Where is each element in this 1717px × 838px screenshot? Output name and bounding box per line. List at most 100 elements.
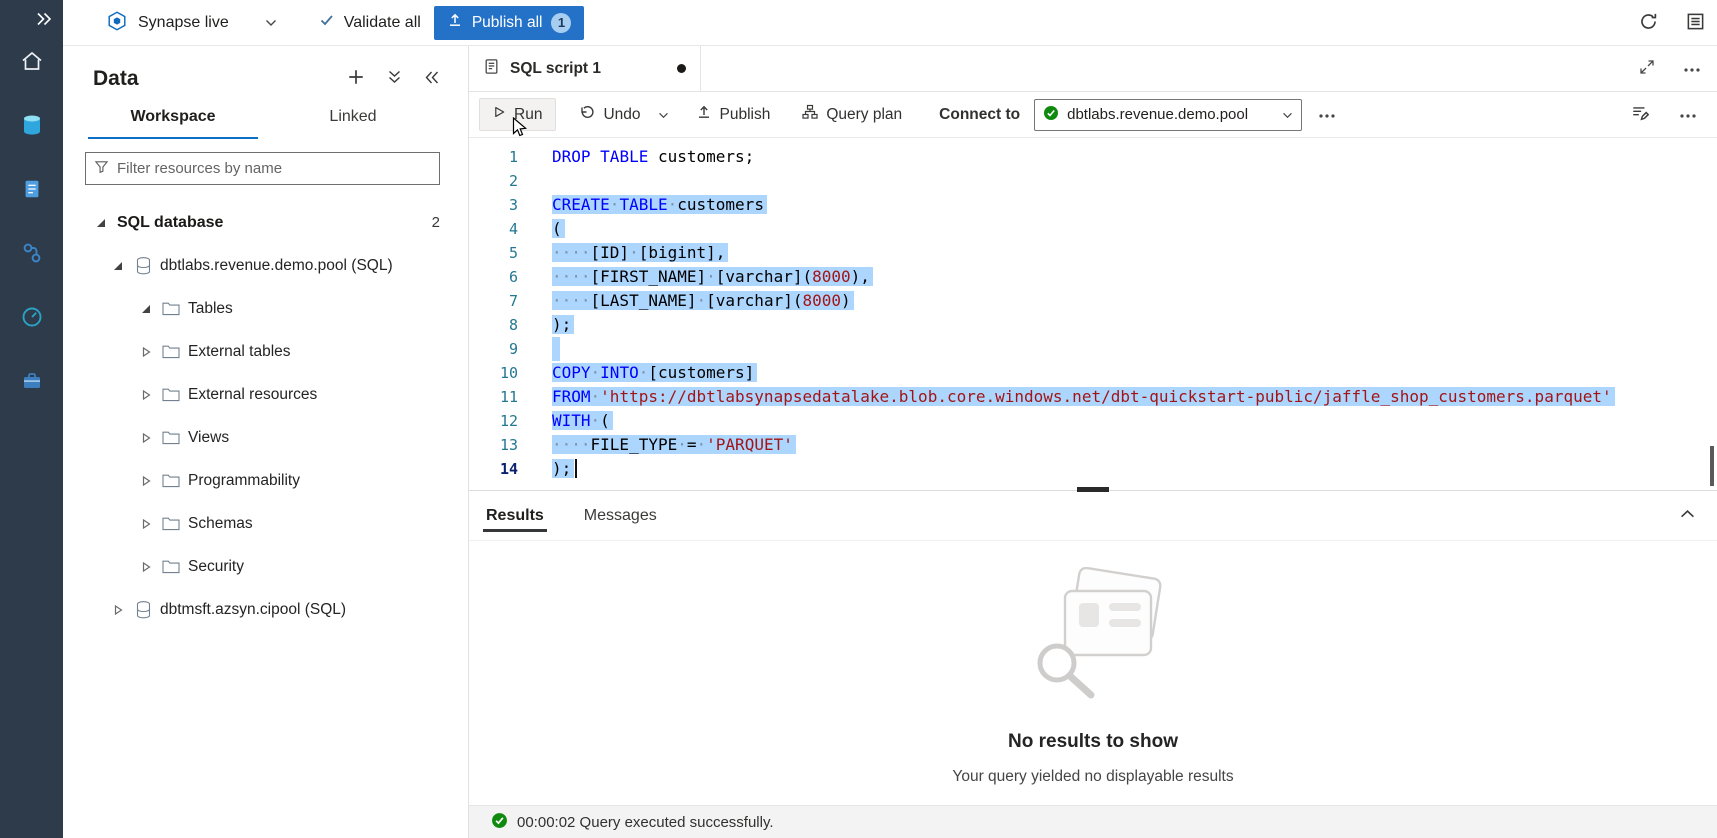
gauge-icon <box>20 305 44 333</box>
publish-all-button[interactable]: Publish all 1 <box>434 6 585 40</box>
caret-expanded-icon[interactable] <box>96 218 114 228</box>
tree-item[interactable]: SQL database2 <box>63 201 468 244</box>
caret-collapsed-icon[interactable] <box>141 347 159 357</box>
folder-icon <box>159 473 183 488</box>
line-number: 2 <box>469 169 518 193</box>
publish-label: Publish <box>720 106 771 124</box>
tab-more-options-button[interactable] <box>1681 59 1703 78</box>
tree-item[interactable]: External tables <box>63 330 468 373</box>
run-button[interactable]: Run <box>479 98 556 131</box>
code-line[interactable]: 5····[ID]·[bigint], <box>469 241 1717 265</box>
undo-dropdown-button[interactable] <box>654 101 673 128</box>
tree-item[interactable]: Views <box>63 416 468 459</box>
tab-linked[interactable]: Linked <box>268 95 438 139</box>
release-notes-button[interactable] <box>1684 10 1707 36</box>
chevron-up-icon <box>1680 507 1695 522</box>
expand-editor-button[interactable] <box>1637 57 1657 80</box>
tree-item[interactable]: External resources <box>63 373 468 416</box>
caret-collapsed-icon[interactable] <box>141 519 159 529</box>
caret-collapsed-icon[interactable] <box>141 390 159 400</box>
caret-collapsed-icon[interactable] <box>141 562 159 572</box>
code-line[interactable]: 13····FILE_TYPE·=·'PARQUET' <box>469 433 1717 457</box>
tree-item-label: dbtmsft.azsyn.cipool (SQL) <box>160 601 346 619</box>
tree-item[interactable]: dbtlabs.revenue.demo.pool (SQL) <box>63 244 468 287</box>
editor-more-options-button[interactable] <box>1677 105 1699 124</box>
line-number: 4 <box>469 217 518 241</box>
rail-expand-button[interactable] <box>0 0 63 32</box>
line-number: 12 <box>469 409 518 433</box>
query-status-text: 00:00:02 Query executed successfully. <box>517 814 774 831</box>
rail-item-integrate[interactable] <box>19 242 45 268</box>
tree-item[interactable]: dbtmsft.azsyn.cipool (SQL) <box>63 588 468 631</box>
data-panel-tabs: Workspace Linked <box>63 95 468 139</box>
caret-collapsed-icon[interactable] <box>141 476 159 486</box>
ellipsis-icon <box>1318 107 1336 122</box>
folder-icon <box>159 559 183 574</box>
panel-resize-handle[interactable] <box>1077 487 1109 492</box>
chevron-double-right-icon <box>35 12 53 30</box>
query-plan-icon <box>802 104 818 125</box>
rail-item-home[interactable] <box>19 50 45 76</box>
refresh-button[interactable] <box>1637 10 1660 36</box>
rail-item-develop[interactable] <box>19 178 45 204</box>
code-line[interactable]: 14); <box>469 457 1717 481</box>
tab-messages[interactable]: Messages <box>581 491 660 540</box>
tree-item-label: Security <box>188 558 244 576</box>
tree-item[interactable]: Programmability <box>63 459 468 502</box>
code-line[interactable]: 8); <box>469 313 1717 337</box>
sql-code-editor[interactable]: 1DROP TABLE customers;23CREATE·TABLE·cus… <box>469 138 1717 490</box>
code-line[interactable]: 6····[FIRST_NAME]·[varchar](8000), <box>469 265 1717 289</box>
tree-item[interactable]: Security <box>63 545 468 588</box>
undo-button[interactable]: Undo <box>570 97 649 132</box>
code-line[interactable]: 2 <box>469 169 1717 193</box>
caret-expanded-icon[interactable] <box>141 304 159 314</box>
chevron-down-icon <box>265 19 277 27</box>
tree-item[interactable]: Tables <box>63 287 468 330</box>
actions-button[interactable] <box>385 67 404 90</box>
code-line[interactable]: 1DROP TABLE customers; <box>469 145 1717 169</box>
workspace-mode-dropdown[interactable]: Synapse live <box>106 10 277 36</box>
toolbar-more-options-button[interactable] <box>1316 105 1338 124</box>
unsaved-changes-dot <box>677 64 686 73</box>
tab-sql-script-1[interactable]: SQL script 1 <box>469 46 701 91</box>
line-number: 7 <box>469 289 518 313</box>
rail-item-manage[interactable] <box>19 370 45 396</box>
code-line[interactable]: 12WITH·( <box>469 409 1717 433</box>
code-line[interactable]: 9 <box>469 337 1717 361</box>
caret-collapsed-icon[interactable] <box>113 605 131 615</box>
tree-item-badge: 2 <box>432 214 468 231</box>
filter-resources-input[interactable] <box>117 160 431 177</box>
rail-item-monitor[interactable] <box>19 306 45 332</box>
add-resource-button[interactable] <box>345 66 367 91</box>
editor-vertical-scrollbar[interactable] <box>1710 446 1714 486</box>
tab-results[interactable]: Results <box>483 491 547 540</box>
ellipsis-icon <box>1683 61 1701 76</box>
line-number: 6 <box>469 265 518 289</box>
no-results-illustration <box>1013 567 1173 711</box>
connect-pool-dropdown[interactable]: dbtlabs.revenue.demo.pool <box>1034 99 1302 131</box>
tree-item-label: Programmability <box>188 472 300 490</box>
code-line[interactable]: 3CREATE·TABLE·customers <box>469 193 1717 217</box>
connect-to-label: Connect to <box>939 106 1020 124</box>
line-number: 14 <box>469 457 518 481</box>
tab-results-label: Results <box>486 507 544 525</box>
tab-workspace[interactable]: Workspace <box>88 95 258 139</box>
validate-all-button[interactable]: Validate all <box>319 12 421 33</box>
query-plan-button[interactable]: Query plan <box>793 97 911 132</box>
caret-collapsed-icon[interactable] <box>141 433 159 443</box>
rail-item-data[interactable] <box>19 114 45 140</box>
left-rail <box>0 0 63 838</box>
home-icon <box>20 49 44 77</box>
code-line[interactable]: 10COPY·INTO·[customers] <box>469 361 1717 385</box>
collapse-panel-button[interactable] <box>422 68 442 90</box>
tab-linked-label: Linked <box>329 108 376 126</box>
code-line[interactable]: 4( <box>469 217 1717 241</box>
code-line[interactable]: 7····[LAST_NAME]·[varchar](8000) <box>469 289 1717 313</box>
tree-item[interactable]: Schemas <box>63 502 468 545</box>
collapse-results-button[interactable] <box>1680 507 1695 522</box>
publish-button[interactable]: Publish <box>687 97 780 132</box>
code-line[interactable]: 11FROM·'https://dbtlabsynapsedatalake.bl… <box>469 385 1717 409</box>
synapse-studio-app: Synapse live Validate all Publish all 1 <box>0 0 1717 838</box>
properties-button[interactable] <box>1629 102 1651 127</box>
caret-expanded-icon[interactable] <box>113 261 131 271</box>
